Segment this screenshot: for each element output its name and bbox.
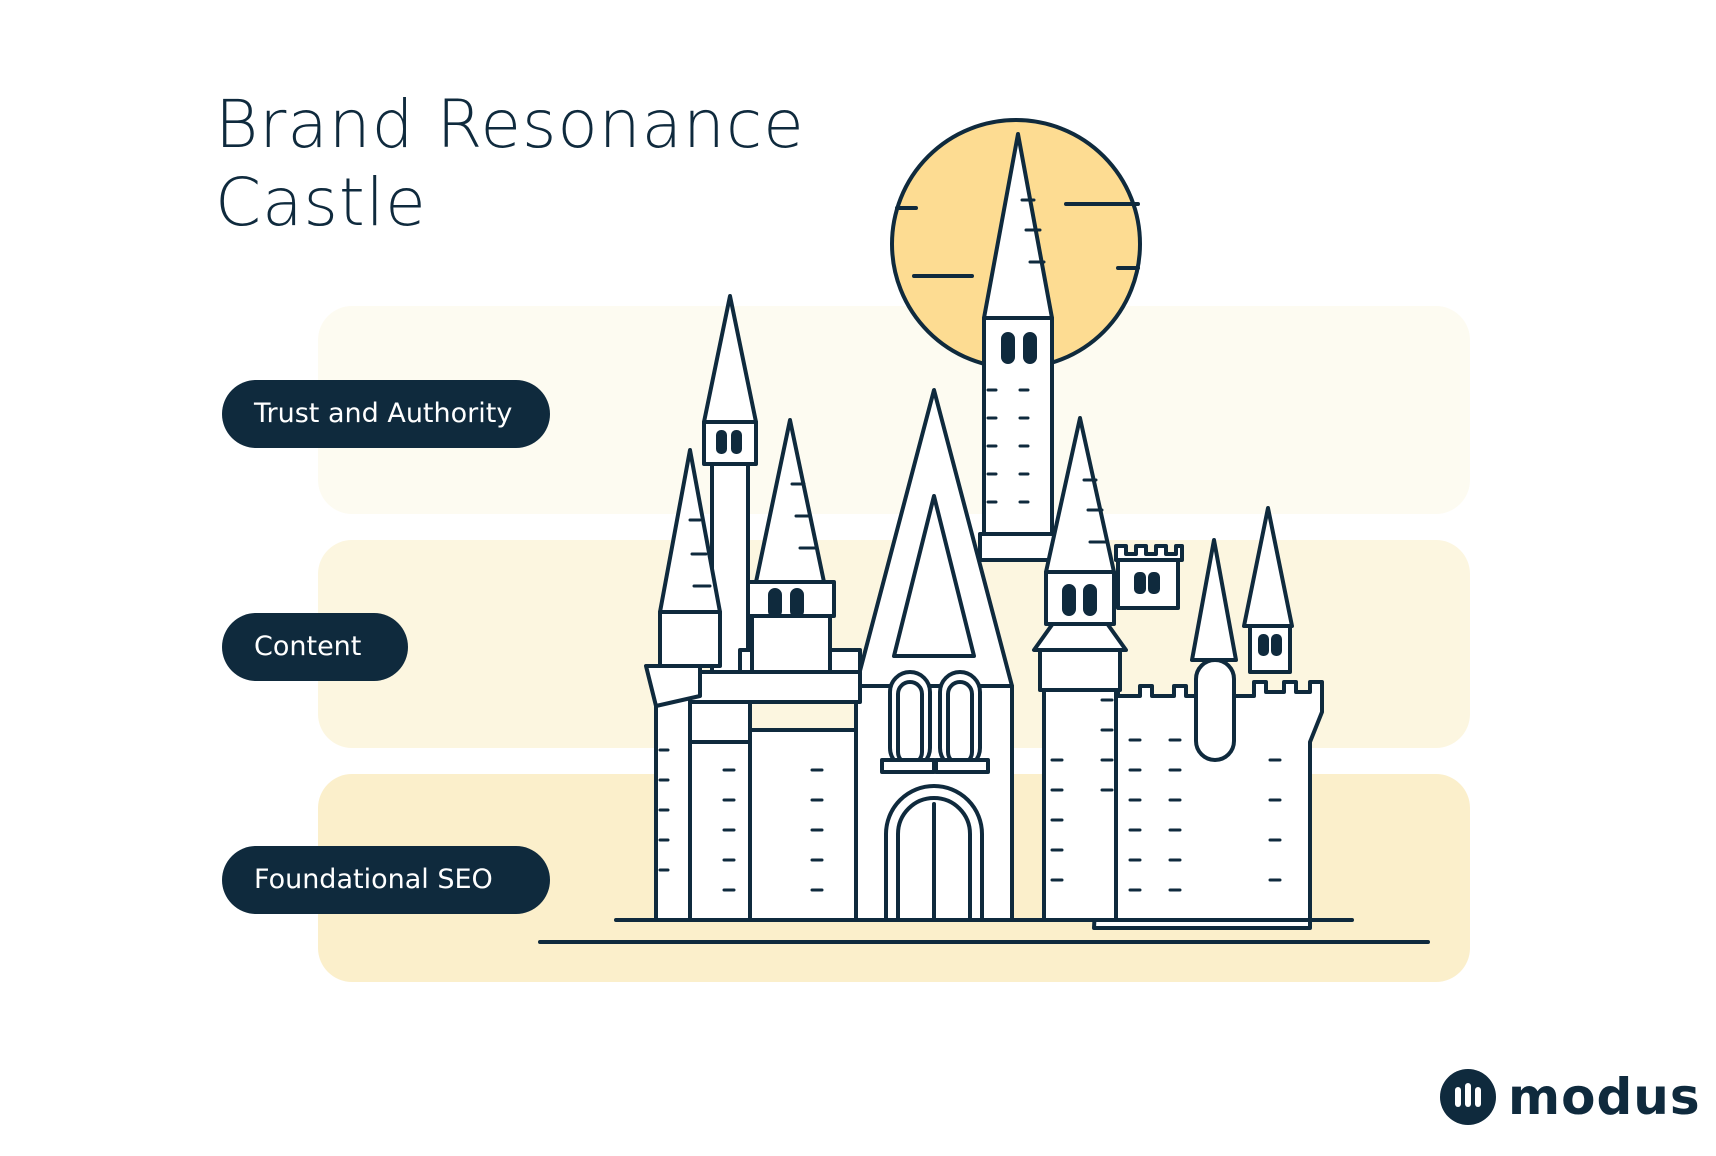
modus-logo: modus: [1440, 1068, 1701, 1126]
modus-logo-icon: [1440, 1069, 1496, 1125]
castle-illustration: [538, 118, 1430, 944]
logo-wordmark: modus: [1508, 1068, 1701, 1126]
